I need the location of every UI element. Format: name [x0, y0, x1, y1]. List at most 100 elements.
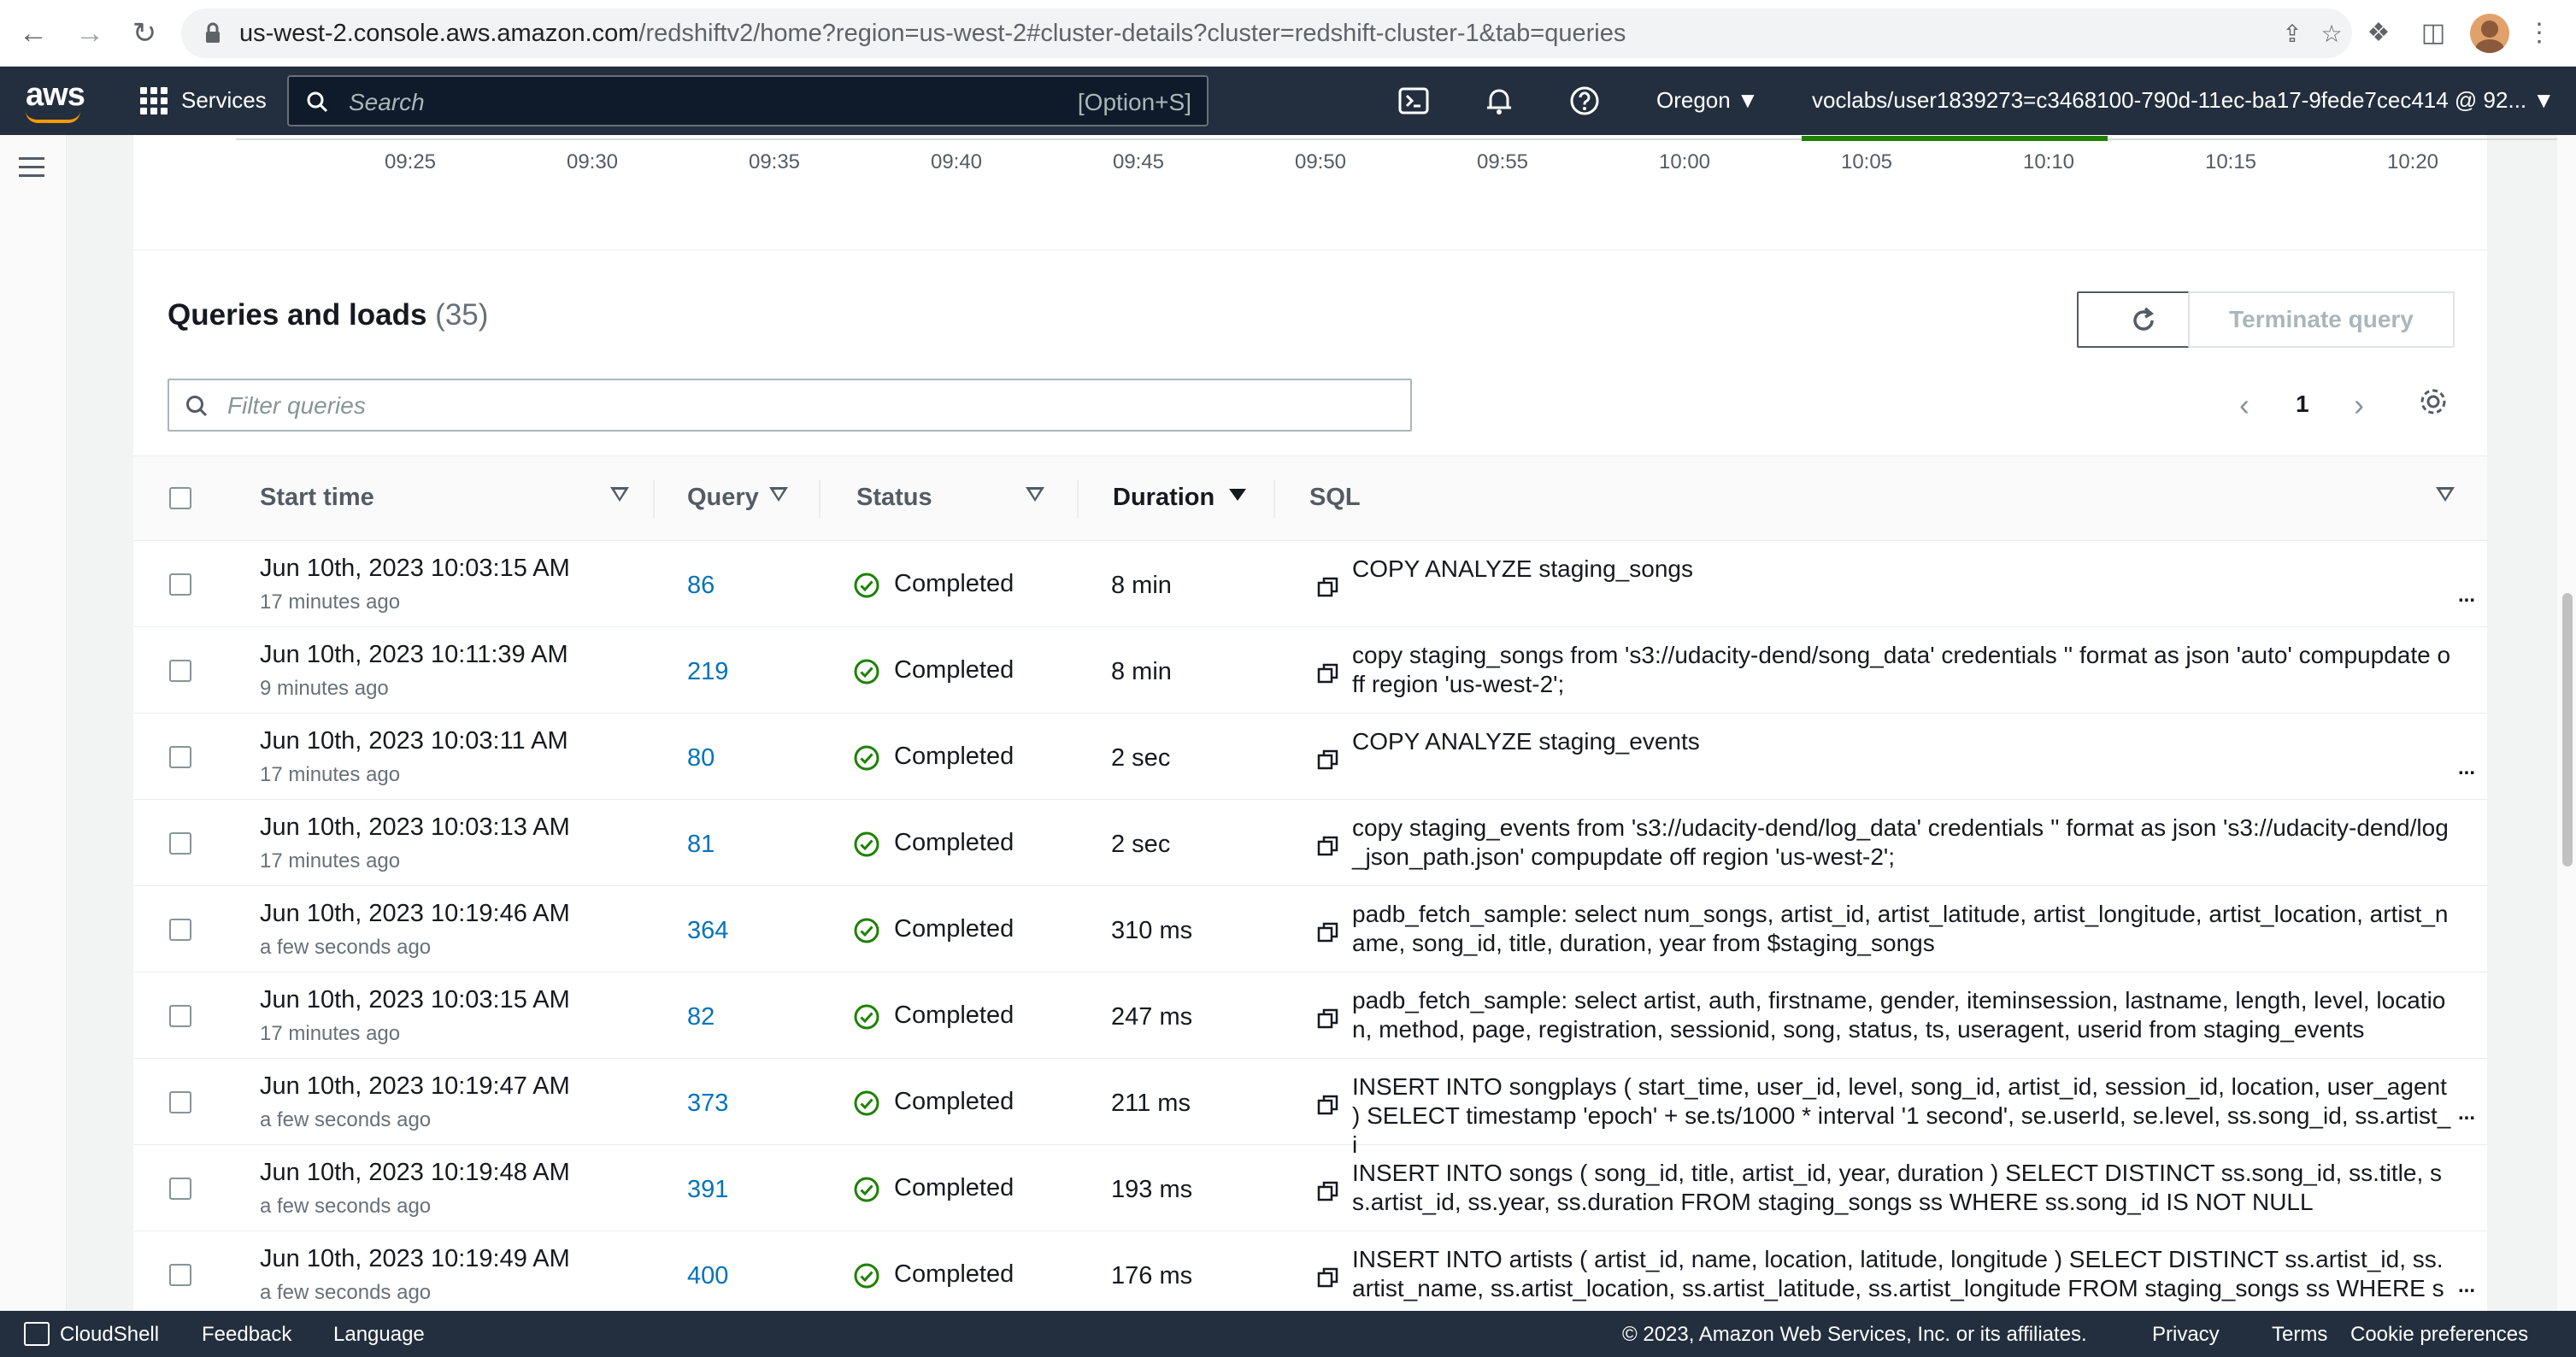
row-checkbox[interactable]	[169, 660, 191, 682]
reload-icon[interactable]: ↻	[126, 15, 162, 51]
table-row[interactable]: Jun 10th, 2023 10:19:47 AM a few seconds…	[133, 1059, 2487, 1158]
page-number[interactable]: 1	[2296, 391, 2309, 418]
query-id-link[interactable]: 80	[687, 744, 715, 772]
copy-icon[interactable]	[1316, 1179, 1340, 1203]
sort-icon[interactable]	[610, 487, 629, 502]
aws-logo[interactable]: aws	[26, 77, 85, 114]
table-row[interactable]: Jun 10th, 2023 10:19:49 AM a few seconds…	[133, 1231, 2487, 1311]
table-row[interactable]: Jun 10th, 2023 10:03:15 AM 17 minutes ag…	[133, 541, 2487, 627]
filter-queries-input[interactable]: Filter queries	[168, 379, 1412, 432]
copy-icon[interactable]	[1316, 661, 1340, 685]
help-icon[interactable]	[1567, 84, 1602, 118]
table-row[interactable]: Jun 10th, 2023 10:03:11 AM 17 minutes ag…	[133, 714, 2487, 800]
queries-panel: Queries and loads (35) Terminate query F…	[133, 250, 2487, 1311]
feedback-link[interactable]: Feedback	[202, 1323, 291, 1347]
column-status[interactable]: Status	[856, 484, 932, 512]
timeline-tick: 09:40	[930, 150, 983, 173]
table-row[interactable]: Jun 10th, 2023 10:19:46 AM a few seconds…	[133, 886, 2487, 972]
duration-cell: 211 ms	[1111, 1090, 1191, 1117]
row-checkbox[interactable]	[169, 1264, 191, 1286]
previous-page-icon[interactable]: ‹	[2239, 387, 2250, 423]
share-icon[interactable]: ⇪	[2279, 21, 2306, 48]
query-id-link[interactable]: 82	[687, 1003, 715, 1031]
cloudshell-icon[interactable]	[1397, 84, 1431, 118]
account-menu[interactable]: voclabs/user1839273=c3468100-790d-11ec-b…	[1812, 87, 2555, 114]
status-cell: Completed	[894, 1260, 1015, 1288]
query-id-link[interactable]: 86	[687, 572, 715, 600]
panel-title-text: Queries and loads	[168, 298, 427, 332]
relative-time-cell: 17 minutes ago	[260, 763, 401, 786]
copy-icon[interactable]	[1316, 1266, 1340, 1289]
timeline-tick: 10:20	[2386, 150, 2439, 173]
column-duration[interactable]: Duration	[1113, 484, 1214, 512]
row-checkbox[interactable]	[169, 919, 191, 941]
query-id-link[interactable]: 391	[687, 1176, 728, 1204]
terms-link[interactable]: Terms	[2272, 1323, 2327, 1347]
services-menu[interactable]: Services	[181, 87, 267, 114]
more-icon[interactable]: ⋮	[2526, 15, 2552, 51]
address-bar[interactable]: us-west-2.console.aws.amazon.com/redshif…	[181, 9, 2352, 58]
timeline-axis	[236, 138, 2576, 140]
cookie-preferences-link[interactable]: Cookie preferences	[2350, 1323, 2528, 1347]
row-checkbox[interactable]	[169, 573, 191, 596]
profile-avatar[interactable]	[2470, 14, 2509, 53]
row-checkbox[interactable]	[169, 832, 191, 855]
gear-icon[interactable]	[2417, 385, 2450, 418]
success-check-icon	[854, 1177, 879, 1202]
copy-icon[interactable]	[1316, 575, 1340, 599]
forward-icon[interactable]: →	[72, 15, 108, 51]
sort-icon[interactable]	[2436, 487, 2455, 502]
sort-icon[interactable]	[1026, 487, 1044, 502]
table-row[interactable]: Jun 10th, 2023 10:19:48 AM a few seconds…	[133, 1145, 2487, 1231]
menu-icon[interactable]	[19, 157, 44, 178]
scrollbar-thumb[interactable]	[2562, 593, 2573, 866]
copy-icon[interactable]	[1316, 834, 1340, 858]
column-divider	[819, 480, 820, 518]
query-id-link[interactable]: 373	[687, 1090, 728, 1118]
timeline-activity-bar	[1802, 136, 2108, 141]
success-check-icon	[854, 745, 879, 771]
column-sql[interactable]: SQL	[1309, 484, 1361, 512]
sort-icon[interactable]	[769, 487, 788, 502]
copy-icon[interactable]	[1316, 748, 1340, 772]
query-id-link[interactable]: 219	[687, 658, 728, 686]
services-grid-icon[interactable]	[140, 87, 168, 115]
query-id-link[interactable]: 400	[687, 1262, 728, 1290]
star-icon[interactable]: ☆	[2318, 21, 2345, 48]
sidepanel-icon[interactable]: ◫	[2415, 15, 2451, 51]
row-checkbox[interactable]	[169, 1178, 191, 1200]
success-check-icon	[854, 1263, 879, 1289]
copy-icon[interactable]	[1316, 1007, 1340, 1031]
table-row[interactable]: Jun 10th, 2023 10:03:13 AM 17 minutes ag…	[133, 800, 2487, 886]
cloudshell-link[interactable]: CloudShell	[60, 1323, 159, 1347]
column-start-time[interactable]: Start time	[260, 484, 374, 512]
aws-top-nav: aws Services Search [Option+S] Oregon ▼ …	[0, 67, 2576, 135]
duration-cell: 193 ms	[1111, 1176, 1193, 1203]
cloudshell-icon[interactable]	[24, 1322, 50, 1346]
terminate-query-button[interactable]: Terminate query	[2188, 291, 2455, 348]
table-row[interactable]: Jun 10th, 2023 10:03:15 AM 17 minutes ag…	[133, 972, 2487, 1059]
row-checkbox[interactable]	[169, 1091, 191, 1113]
language-link[interactable]: Language	[333, 1323, 425, 1347]
search-input[interactable]: Search [Option+S]	[287, 75, 1209, 126]
extensions-icon[interactable]: ❖	[2361, 15, 2397, 51]
query-id-link[interactable]: 364	[687, 917, 728, 945]
search-shortcut: [Option+S]	[1077, 89, 1191, 115]
table-row[interactable]: Jun 10th, 2023 10:11:39 AM 9 minutes ago…	[133, 627, 2487, 714]
back-icon[interactable]: ←	[15, 15, 51, 51]
select-all-checkbox[interactable]	[169, 487, 191, 509]
sort-descending-icon[interactable]	[1229, 489, 1246, 501]
timeline-tick: 10:15	[2204, 150, 2257, 173]
column-query[interactable]: Query	[687, 484, 759, 512]
copy-icon[interactable]	[1316, 920, 1340, 944]
success-check-icon	[854, 1090, 879, 1116]
table-header: Start time Query Status Duration SQL	[133, 455, 2487, 541]
row-checkbox[interactable]	[169, 1005, 191, 1027]
next-page-icon[interactable]: ›	[2354, 387, 2364, 423]
notifications-bell-icon[interactable]	[1482, 84, 1516, 118]
row-checkbox[interactable]	[169, 746, 191, 768]
copy-icon[interactable]	[1316, 1093, 1340, 1117]
region-selector[interactable]: Oregon ▼	[1656, 87, 1759, 114]
privacy-link[interactable]: Privacy	[2152, 1323, 2220, 1347]
query-id-link[interactable]: 81	[687, 831, 715, 859]
